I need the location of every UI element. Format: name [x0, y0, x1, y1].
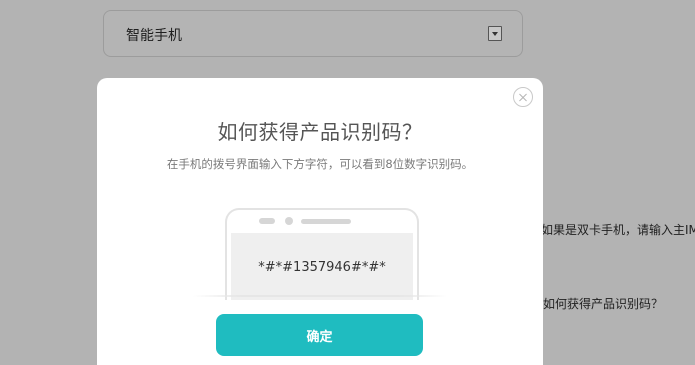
dialog-title: 如何获得产品识别码？: [217, 120, 423, 144]
how-to-get-code-link[interactable]: 如何获得产品识别码？: [543, 295, 663, 312]
device-type-select[interactable]: 智能手机: [103, 10, 523, 57]
dual-sim-hint: 如果是双卡手机，请输入主IM: [541, 223, 695, 237]
close-icon[interactable]: [513, 87, 533, 107]
dialog-description: 在手机的拨号界面输入下方字符，可以看到8位数字识别码。: [166, 157, 474, 171]
device-type-value: 智能手机: [126, 28, 182, 44]
phone-camera-icon: [285, 217, 293, 225]
dial-code: *#*#1357946#*#*: [258, 260, 386, 275]
confirm-button[interactable]: 确定: [216, 314, 423, 356]
phone-sensor-icon: [259, 218, 275, 224]
phone-speaker-icon: [301, 219, 351, 224]
phone-screen: *#*#1357946#*#*: [231, 233, 413, 300]
chevron-down-icon[interactable]: [488, 26, 502, 41]
divider: [193, 295, 447, 297]
product-code-help-dialog: 如何获得产品识别码？ 在手机的拨号界面输入下方字符，可以看到8位数字识别码。 *…: [97, 78, 543, 365]
phone-illustration: *#*#1357946#*#*: [225, 208, 419, 300]
